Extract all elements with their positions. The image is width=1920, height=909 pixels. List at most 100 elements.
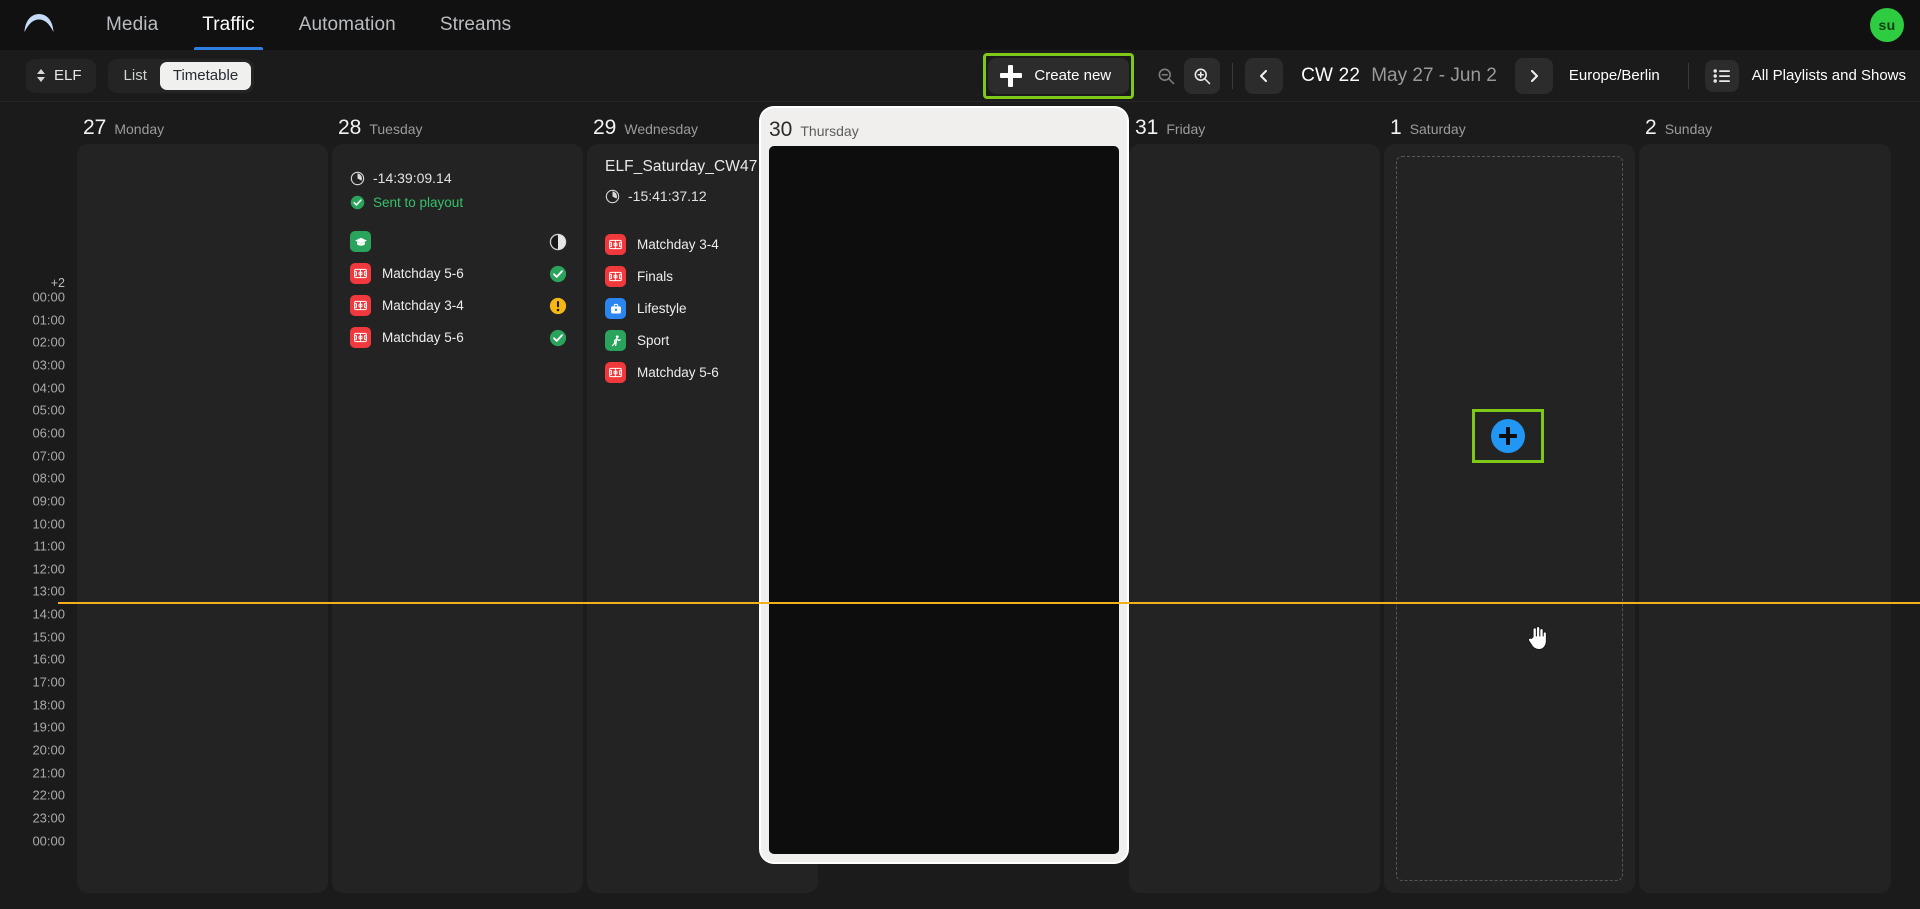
- timezone-label: Europe/Berlin: [1569, 67, 1660, 84]
- segment-row[interactable]: Matchday 5-6: [350, 258, 567, 289]
- segment-row[interactable]: [350, 226, 567, 257]
- channel-select[interactable]: ELF: [26, 59, 96, 93]
- day-header: 27 Monday: [75, 102, 330, 142]
- current-time-indicator: [58, 602, 1920, 604]
- day-name: Sunday: [1665, 121, 1712, 137]
- day-number: 31: [1135, 116, 1158, 140]
- day-column-tuesday[interactable]: 28 Tuesday -14:39:09.14: [330, 102, 585, 909]
- hour-label: 03:00: [32, 357, 65, 372]
- nav-item-automation[interactable]: Automation: [277, 0, 418, 50]
- day-name: Monday: [114, 121, 164, 137]
- day-name: Saturday: [1410, 121, 1466, 137]
- hour-label: 11:00: [33, 539, 65, 554]
- toolbar-divider-2: [1688, 63, 1689, 89]
- week-label: CW 22 May 27 - Jun 2: [1283, 65, 1515, 87]
- playlist-duration-value: -14:39:09.14: [373, 170, 452, 186]
- week-date-range: May 27 - Jun 2: [1371, 65, 1497, 87]
- week-number: CW 22: [1301, 65, 1360, 87]
- hour-label: 00:00: [32, 833, 65, 848]
- add-playlist-button[interactable]: [1491, 419, 1525, 453]
- top-navigation-bar: Media Traffic Automation Streams su: [0, 0, 1920, 50]
- segment-name: Matchday 3-4: [637, 237, 773, 252]
- day-name: Wednesday: [624, 121, 698, 137]
- warning-circle-icon: [549, 297, 567, 315]
- app-logo[interactable]: [12, 11, 66, 39]
- all-playlists-and-shows-button[interactable]: All Playlists and Shows: [1701, 60, 1906, 92]
- football-pitch-icon: [605, 362, 626, 383]
- hour-label: 17:00: [32, 675, 65, 690]
- create-new-label: Create new: [1034, 67, 1111, 84]
- nav-item-streams[interactable]: Streams: [418, 0, 533, 50]
- segment-name: Matchday 5-6: [382, 330, 538, 345]
- football-pitch-icon: [605, 266, 626, 287]
- segment-row[interactable]: Matchday 3-4: [350, 290, 567, 321]
- day-body[interactable]: -14:39:09.14 Sent to playout: [332, 144, 583, 893]
- nav-label: Traffic: [202, 14, 254, 36]
- previous-week-button[interactable]: [1245, 58, 1283, 94]
- playlist-card[interactable]: -14:39:09.14 Sent to playout: [336, 144, 579, 368]
- view-mode-timetable[interactable]: Timetable: [160, 62, 251, 90]
- create-new-button[interactable]: Create new: [988, 58, 1129, 94]
- playlist-drop-zone[interactable]: [1396, 156, 1623, 881]
- timezone-selector[interactable]: Europe/Berlin: [1553, 67, 1676, 84]
- chevron-right-icon: [1527, 68, 1541, 84]
- day-header: 1 Saturday: [1382, 102, 1637, 142]
- day-body[interactable]: [1129, 144, 1380, 893]
- day-number: 28: [338, 116, 361, 140]
- hour-label: 12:00: [32, 561, 65, 576]
- day-number: 2: [1645, 116, 1657, 140]
- view-mode-list[interactable]: List: [111, 62, 160, 90]
- day-column-saturday[interactable]: 1 Saturday: [1382, 102, 1637, 909]
- segment-name: Matchday 5-6: [382, 266, 538, 281]
- day-number: 27: [83, 116, 106, 140]
- day-column-thursday[interactable]: 30 Thursday: [761, 108, 1127, 862]
- toolbar-right-group: Create new CW 22: [983, 53, 1920, 99]
- day-body-active[interactable]: [769, 146, 1119, 854]
- hour-label: 22:00: [32, 788, 65, 803]
- check-circle-icon: [350, 195, 365, 210]
- hour-label: 04:00: [32, 380, 65, 395]
- day-body[interactable]: [1384, 144, 1635, 893]
- hour-label: 14:00: [32, 607, 65, 622]
- half-filled-circle-icon: [549, 233, 567, 251]
- week-navigator: CW 22 May 27 - Jun 2: [1245, 58, 1553, 94]
- user-avatar[interactable]: su: [1870, 8, 1904, 42]
- graduation-cap-icon: [350, 231, 371, 252]
- next-week-button[interactable]: [1515, 58, 1553, 94]
- day-column-friday[interactable]: 31 Friday: [1127, 102, 1382, 909]
- nav-item-media[interactable]: Media: [84, 0, 180, 50]
- segment-row[interactable]: Matchday 5-6: [350, 322, 567, 353]
- hour-label: 21:00: [32, 765, 65, 780]
- day-column-sunday[interactable]: 2 Sunday: [1637, 102, 1893, 909]
- day-header: 30 Thursday: [761, 108, 1127, 148]
- football-pitch-icon: [350, 327, 371, 348]
- zoom-in-button[interactable]: [1184, 58, 1220, 94]
- list-icon: [1713, 68, 1731, 84]
- hour-label: 10:00: [32, 516, 65, 531]
- hour-label: 05:00: [32, 403, 65, 418]
- day-column-monday[interactable]: 27 Monday: [75, 102, 330, 909]
- playlist-duration: -14:39:09.14: [350, 170, 567, 186]
- day-header: 2 Sunday: [1637, 102, 1893, 142]
- segment-name: Sport: [637, 333, 773, 348]
- running-person-icon: [605, 330, 626, 351]
- day-body[interactable]: [1639, 144, 1891, 893]
- channel-select-value: ELF: [54, 67, 82, 84]
- briefcase-icon: [605, 298, 626, 319]
- hour-label: 00:00: [32, 290, 65, 305]
- hour-label: 18:00: [32, 697, 65, 712]
- hour-label: 07:00: [32, 448, 65, 463]
- nav-item-traffic[interactable]: Traffic: [180, 0, 276, 50]
- toolbar-divider: [1232, 63, 1233, 89]
- hour-label: 06:00: [32, 425, 65, 440]
- day-body[interactable]: [77, 144, 328, 893]
- hour-label: 09:00: [32, 493, 65, 508]
- segment-name: Finals: [637, 269, 773, 284]
- day-number: 29: [593, 116, 616, 140]
- view-mode-label: Timetable: [173, 67, 238, 84]
- football-pitch-icon: [605, 234, 626, 255]
- create-new-highlight-box: Create new: [983, 53, 1134, 99]
- zoom-out-button[interactable]: [1148, 58, 1184, 94]
- hour-label: 08:00: [32, 471, 65, 486]
- timetable-calendar: +2 00:0001:0002:0003:0004:0005:0006:0007…: [0, 102, 1920, 909]
